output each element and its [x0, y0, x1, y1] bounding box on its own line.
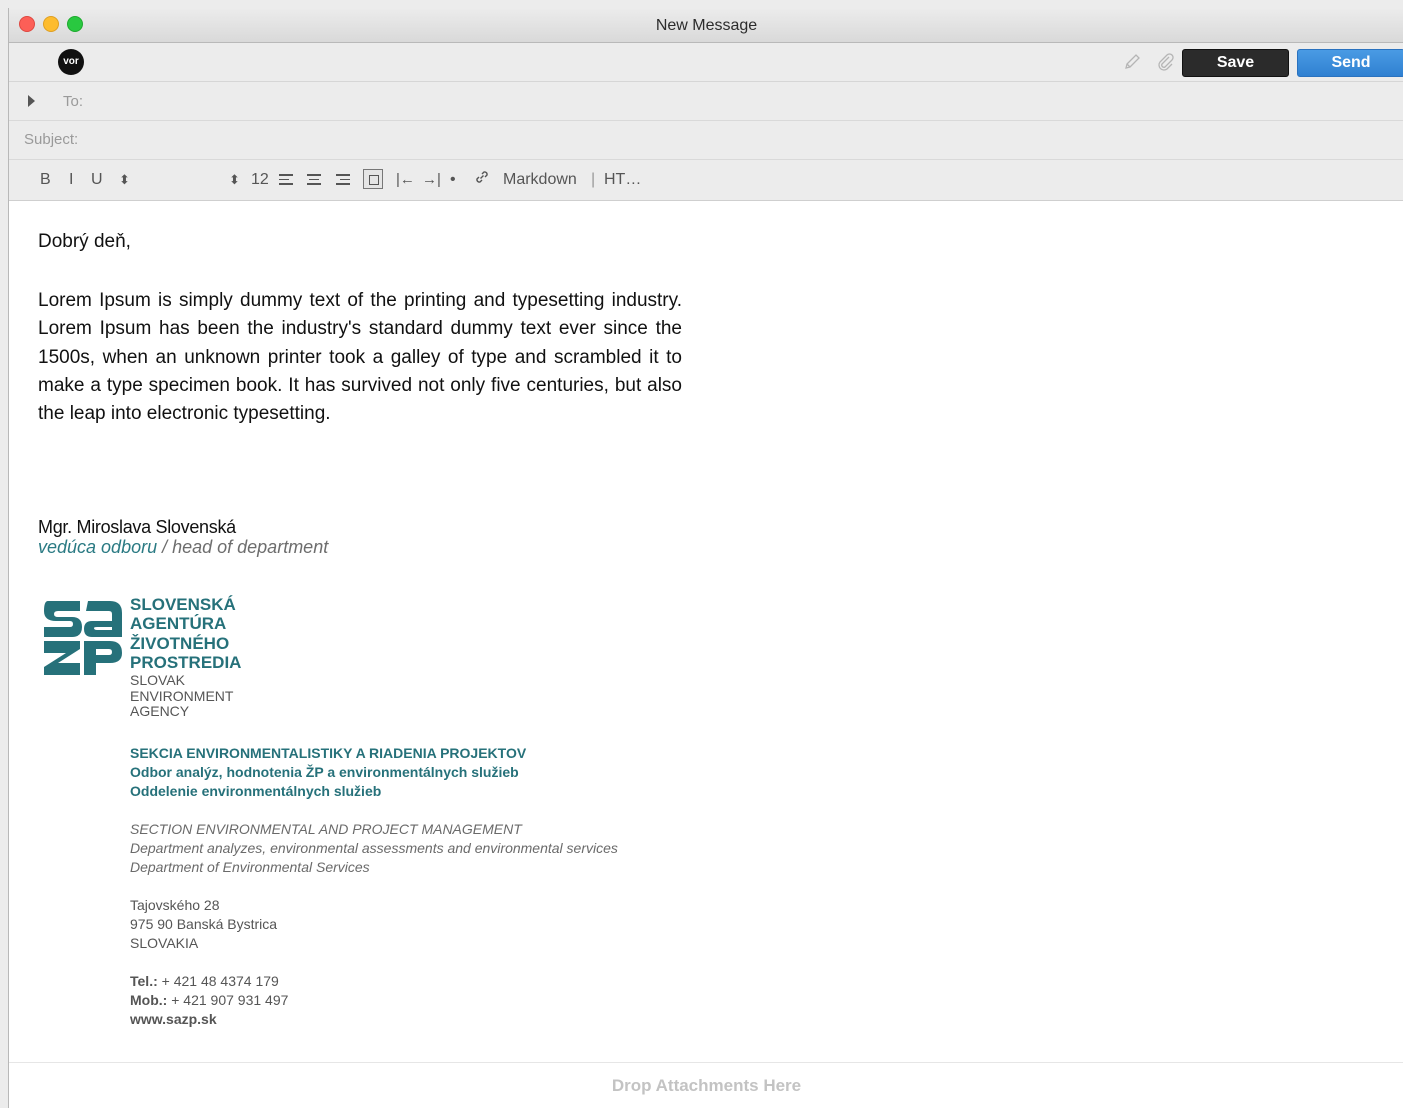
size-stepper-icon[interactable]: ⬍ [229, 172, 240, 188]
mobile-line: Mob.: + 421 907 931 497 [130, 992, 289, 1009]
send-button[interactable]: Send [1297, 49, 1403, 77]
subject-label: Subject: [24, 131, 79, 148]
postal-address: Tajovského 28 975 90 Banská Bystrica SLO… [130, 897, 278, 952]
link-icon[interactable] [473, 168, 491, 191]
body-paragraph: Lorem Ipsum is simply dummy text of the … [38, 290, 682, 425]
window-title: New Message [655, 17, 758, 34]
greeting-text: Dobrý deň, [38, 231, 131, 252]
indent-icon[interactable]: →| [422, 171, 441, 188]
compose-window: New Message vor Save Send To: Subject: B… [8, 8, 1403, 1108]
sazp-logo [42, 597, 124, 679]
to-field-row[interactable]: To: [9, 82, 1403, 121]
agency-name-en: SLOVAK ENVIRONMENT AGENCY [130, 672, 234, 719]
format-separator: | [591, 171, 596, 188]
title-bar[interactable]: New Message [9, 8, 1403, 43]
block-quote-icon[interactable] [363, 169, 383, 189]
bullet-list-icon[interactable]: • [450, 171, 456, 189]
to-label: To: [63, 93, 84, 110]
paperclip-icon[interactable] [1156, 52, 1176, 72]
format-bar: B I U ⬍ ⬍ 12 |← →| • Markdown | HT… [9, 160, 1403, 201]
html-button[interactable]: HT… [604, 171, 641, 189]
pencil-icon[interactable] [1122, 52, 1142, 72]
disclosure-triangle-icon[interactable] [28, 95, 35, 107]
underline-button[interactable]: U [91, 171, 103, 189]
font-stepper-icon[interactable]: ⬍ [119, 172, 130, 188]
agency-name-sk: SLOVENSKÁ AGENTÚRA ŽIVOTNÉHO PROSTREDIA [130, 595, 242, 672]
compose-toolbar: vor Save Send [9, 43, 1403, 82]
font-size-value[interactable]: 12 [251, 171, 269, 189]
outdent-icon[interactable]: |← [396, 171, 415, 188]
department-sk: SEKCIA ENVIRONMENTALISTIKY A RIADENIA PR… [130, 745, 527, 800]
website-link[interactable]: www.sazp.sk [130, 1010, 288, 1029]
attachment-drop-zone[interactable]: Drop Attachments Here [9, 1062, 1403, 1108]
signature-name: Mgr. Miroslava Slovenská [38, 517, 236, 537]
markdown-button[interactable]: Markdown [503, 171, 577, 189]
signature-role: vedúca odboru / head of department [38, 537, 329, 557]
subject-field-row[interactable]: Subject: [9, 121, 1403, 160]
contact-details: Tel.: + 421 48 4374 179 Mob.: + 421 907 … [130, 972, 288, 1030]
department-en: SECTION ENVIRONMENTAL AND PROJECT MANAGE… [130, 821, 618, 876]
align-left-icon[interactable] [279, 174, 293, 186]
bold-button[interactable]: B [40, 171, 51, 189]
account-avatar[interactable]: vor [58, 49, 84, 75]
save-button[interactable]: Save [1182, 49, 1289, 77]
align-right-icon[interactable] [336, 174, 350, 186]
italic-button[interactable]: I [69, 171, 73, 189]
align-center-icon[interactable] [307, 174, 321, 186]
phone-line: Tel.: + 421 48 4374 179 [130, 973, 279, 989]
